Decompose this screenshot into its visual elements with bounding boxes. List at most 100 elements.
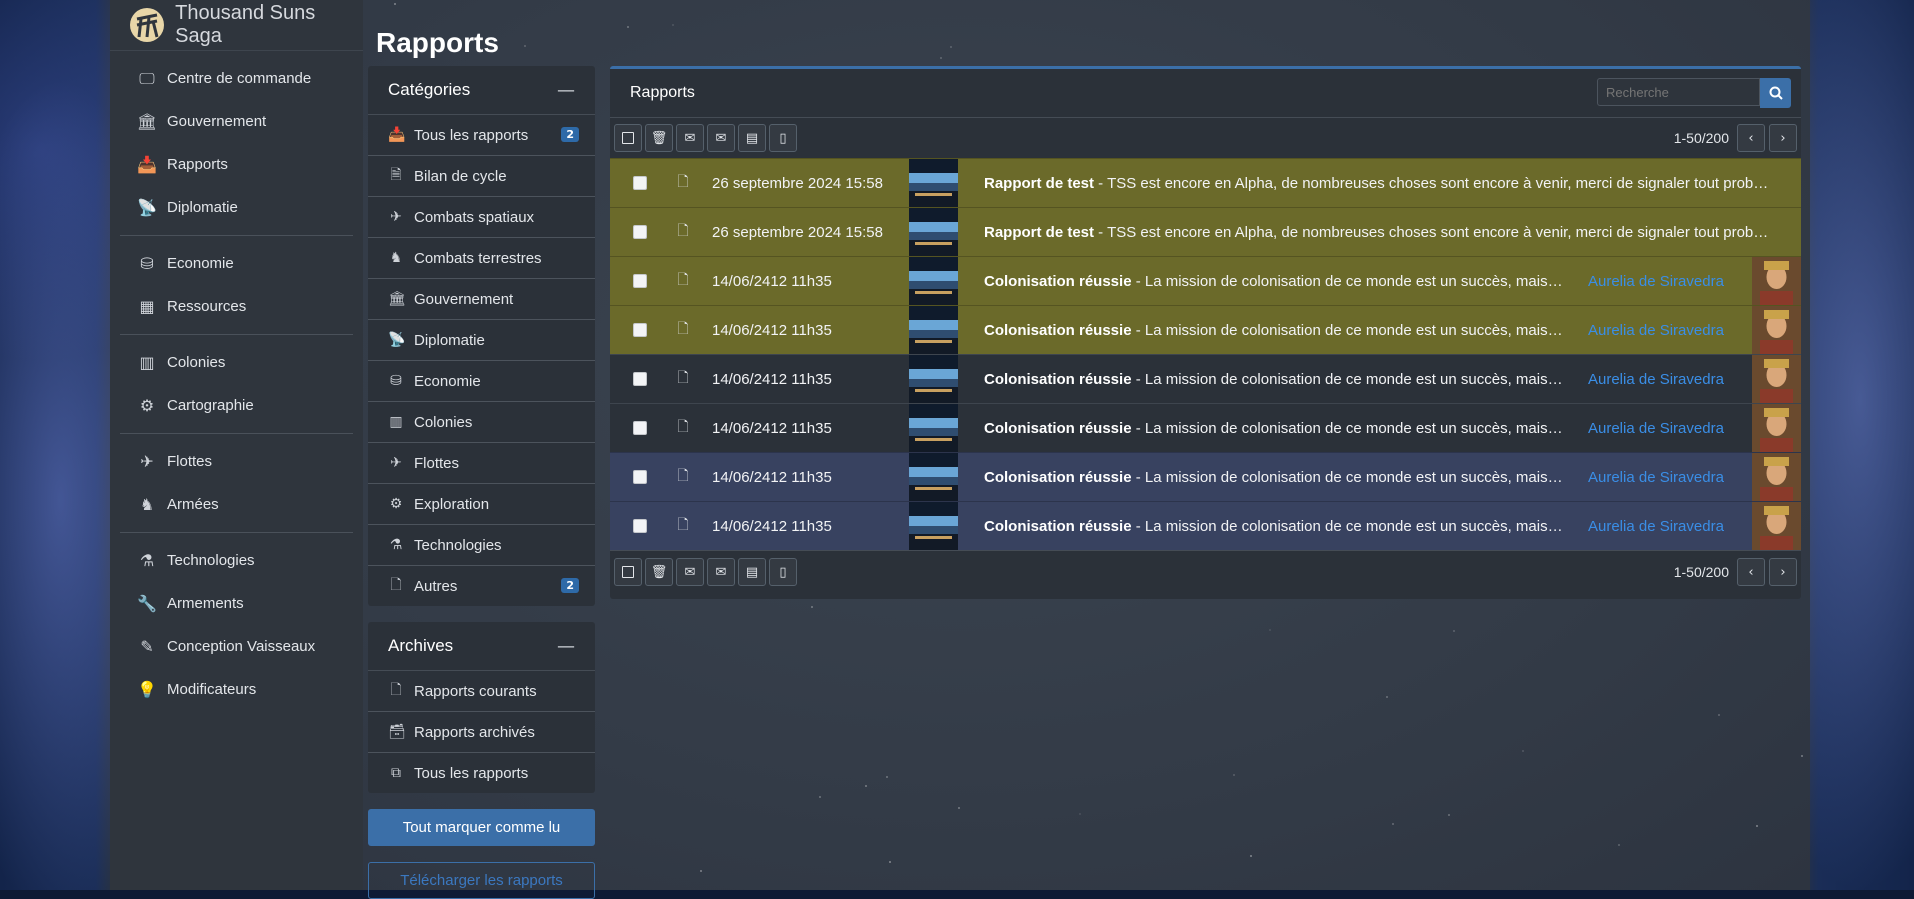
sidebar-item[interactable]: ✎ Conception Vaisseaux bbox=[110, 625, 353, 668]
row-checkbox[interactable] bbox=[610, 274, 670, 288]
chevron-left-icon: ‹ bbox=[1748, 130, 1754, 146]
sidebar-item[interactable]: ♞ Armées bbox=[110, 483, 353, 526]
category-item[interactable]: 🗎 Bilan de cycle bbox=[368, 156, 595, 197]
select-all-button[interactable] bbox=[614, 124, 642, 152]
coins-icon: ⛁ bbox=[390, 373, 402, 389]
file-icon: 🗋 bbox=[677, 223, 689, 239]
sidebar-item[interactable]: 🔧 Armements bbox=[110, 582, 353, 625]
category-item[interactable]: ⧉ Tous les rapports bbox=[368, 753, 595, 793]
star bbox=[889, 860, 892, 863]
report-row[interactable]: 🗋 14/06/2412 11h35 Colonisation réussie … bbox=[610, 305, 1801, 354]
report-title: Colonisation réussie bbox=[984, 272, 1132, 290]
star bbox=[1801, 755, 1804, 758]
report-row[interactable]: 🗋 26 septembre 2024 15:58 Rapport de tes… bbox=[610, 158, 1801, 207]
report-sender[interactable]: Aurelia de Siravedra bbox=[1564, 273, 1752, 290]
sidebar-item[interactable]: 📥 Rapports bbox=[110, 143, 353, 186]
unarchive-button[interactable]: ▯ bbox=[769, 124, 797, 152]
sidebar-item[interactable]: ⚙ Cartographie bbox=[110, 384, 353, 427]
download-reports-button[interactable]: Télécharger les rapports bbox=[368, 862, 595, 899]
sidebar-item-label: Cartographie bbox=[167, 397, 254, 414]
row-checkbox[interactable] bbox=[610, 323, 670, 337]
category-item[interactable]: 🗋 Rapports courants bbox=[368, 671, 595, 712]
category-item[interactable]: 📥 Tous les rapports 2 bbox=[368, 115, 595, 156]
report-date: 14/06/2412 11h35 bbox=[712, 468, 832, 486]
category-item[interactable]: ⚙ Exploration bbox=[368, 484, 595, 525]
search-icon bbox=[1769, 86, 1783, 100]
search-button[interactable] bbox=[1760, 78, 1791, 108]
sidebar-item-label: Technologies bbox=[167, 552, 255, 569]
pagination-range: 1-50/200 bbox=[1673, 130, 1729, 146]
star bbox=[699, 869, 702, 872]
sidebar-group: ⚗ Technologies 🔧 Armements ✎ Conception Va… bbox=[120, 533, 353, 717]
sidebar-item[interactable]: ▥ Colonies bbox=[110, 341, 353, 384]
sidebar-item[interactable]: ⛁ Economie bbox=[110, 242, 353, 285]
mark-read-button[interactable]: ✉ bbox=[676, 124, 704, 152]
delete-button[interactable]: 🗑 bbox=[645, 124, 673, 152]
report-title: Rapport de test bbox=[984, 174, 1095, 192]
category-label: Combats spatiaux bbox=[414, 208, 535, 226]
delete-button[interactable]: 🗑 bbox=[645, 558, 673, 586]
report-date: 14/06/2412 11h35 bbox=[712, 517, 832, 535]
report-sender[interactable]: Aurelia de Siravedra bbox=[1564, 518, 1752, 535]
archive-button[interactable]: ▤ bbox=[738, 558, 766, 586]
mark-unread-button[interactable]: ✉ bbox=[707, 124, 735, 152]
archive-button[interactable]: ▤ bbox=[738, 124, 766, 152]
sidebar-item[interactable]: 📡 Diplomatie bbox=[110, 186, 353, 229]
collapse-icon[interactable]: — bbox=[557, 80, 575, 101]
category-item[interactable]: 📡 Diplomatie bbox=[368, 320, 595, 361]
sidebar-item[interactable]: ▦ Ressources bbox=[110, 285, 353, 328]
row-checkbox[interactable] bbox=[610, 372, 670, 386]
category-item[interactable]: 🗋 Autres 2 bbox=[368, 566, 595, 606]
row-checkbox[interactable] bbox=[610, 225, 670, 239]
report-sender[interactable]: Aurelia de Siravedra bbox=[1564, 420, 1752, 437]
sidebar-item[interactable]: 🖵 Centre de commande bbox=[110, 57, 353, 100]
collapse-icon[interactable]: — bbox=[557, 636, 575, 657]
mark-all-read-button[interactable]: Tout marquer comme lu bbox=[368, 809, 595, 846]
antenna-icon: 📡 bbox=[388, 332, 406, 348]
row-checkbox[interactable] bbox=[610, 519, 670, 533]
category-item[interactable]: ♞ Combats terrestres bbox=[368, 238, 595, 279]
sidebar-item[interactable]: 🏛 Gouvernement bbox=[110, 100, 353, 143]
category-item[interactable]: 🏛 Gouvernement bbox=[368, 279, 595, 320]
mark-read-button[interactable]: ✉ bbox=[676, 558, 704, 586]
report-sender[interactable]: Aurelia de Siravedra bbox=[1564, 371, 1752, 388]
report-row[interactable]: 🗋 14/06/2412 11h35 Colonisation réussie … bbox=[610, 354, 1801, 403]
report-row[interactable]: 🗋 14/06/2412 11h35 Colonisation réussie … bbox=[610, 501, 1801, 550]
unarchive-button[interactable]: ▯ bbox=[769, 558, 797, 586]
report-row[interactable]: 🗋 26 septembre 2024 15:58 Rapport de tes… bbox=[610, 207, 1801, 256]
prev-page-button[interactable]: ‹ bbox=[1737, 558, 1765, 586]
report-row[interactable]: 🗋 14/06/2412 11h35 Colonisation réussie … bbox=[610, 403, 1801, 452]
category-item[interactable]: ✈ Flottes bbox=[368, 443, 595, 484]
sidebar-item-label: Armements bbox=[167, 595, 244, 612]
sidebar-item[interactable]: 💡 Modificateurs bbox=[110, 668, 353, 711]
row-checkbox[interactable] bbox=[610, 176, 670, 190]
envelope-icon: ✉ bbox=[715, 564, 727, 580]
category-item[interactable]: ✈ Combats spatiaux bbox=[368, 197, 595, 238]
next-page-button[interactable]: › bbox=[1769, 124, 1797, 152]
category-item[interactable]: ⛁ Economie bbox=[368, 361, 595, 402]
category-item[interactable]: ⚗ Technologies bbox=[368, 525, 595, 566]
sidebar-item[interactable]: ✈ Flottes bbox=[110, 440, 353, 483]
mark-unread-button[interactable]: ✉ bbox=[707, 558, 735, 586]
next-page-button[interactable]: › bbox=[1769, 558, 1797, 586]
report-row[interactable]: 🗋 14/06/2412 11h35 Colonisation réussie … bbox=[610, 452, 1801, 501]
sidebar-item-label: Diplomatie bbox=[167, 199, 238, 216]
file-icon: 🗋 bbox=[677, 321, 689, 337]
category-item[interactable]: 🗃 Rapports archivés bbox=[368, 712, 595, 753]
row-checkbox[interactable] bbox=[610, 470, 670, 484]
row-checkbox[interactable] bbox=[610, 421, 670, 435]
sidebar-item-label: Colonies bbox=[167, 354, 226, 371]
search-input[interactable] bbox=[1597, 78, 1760, 106]
report-subject: Rapport de test - TSS est encore en Alph… bbox=[958, 224, 1801, 241]
report-sender[interactable]: Aurelia de Siravedra bbox=[1564, 322, 1752, 339]
select-all-button[interactable] bbox=[614, 558, 642, 586]
report-row[interactable]: 🗋 14/06/2412 11h35 Colonisation réussie … bbox=[610, 256, 1801, 305]
file-icon: 🗋 bbox=[390, 577, 402, 593]
file-text-icon: 🗎 bbox=[390, 167, 402, 183]
report-sender[interactable]: Aurelia de Siravedra bbox=[1564, 469, 1752, 486]
sidebar-item[interactable]: ⚗ Technologies bbox=[110, 539, 353, 582]
brand[interactable]: Thousand Suns Saga bbox=[110, 0, 363, 51]
category-item[interactable]: ▥ Colonies bbox=[368, 402, 595, 443]
prev-page-button[interactable]: ‹ bbox=[1737, 124, 1765, 152]
city-icon: ▥ bbox=[139, 353, 155, 372]
